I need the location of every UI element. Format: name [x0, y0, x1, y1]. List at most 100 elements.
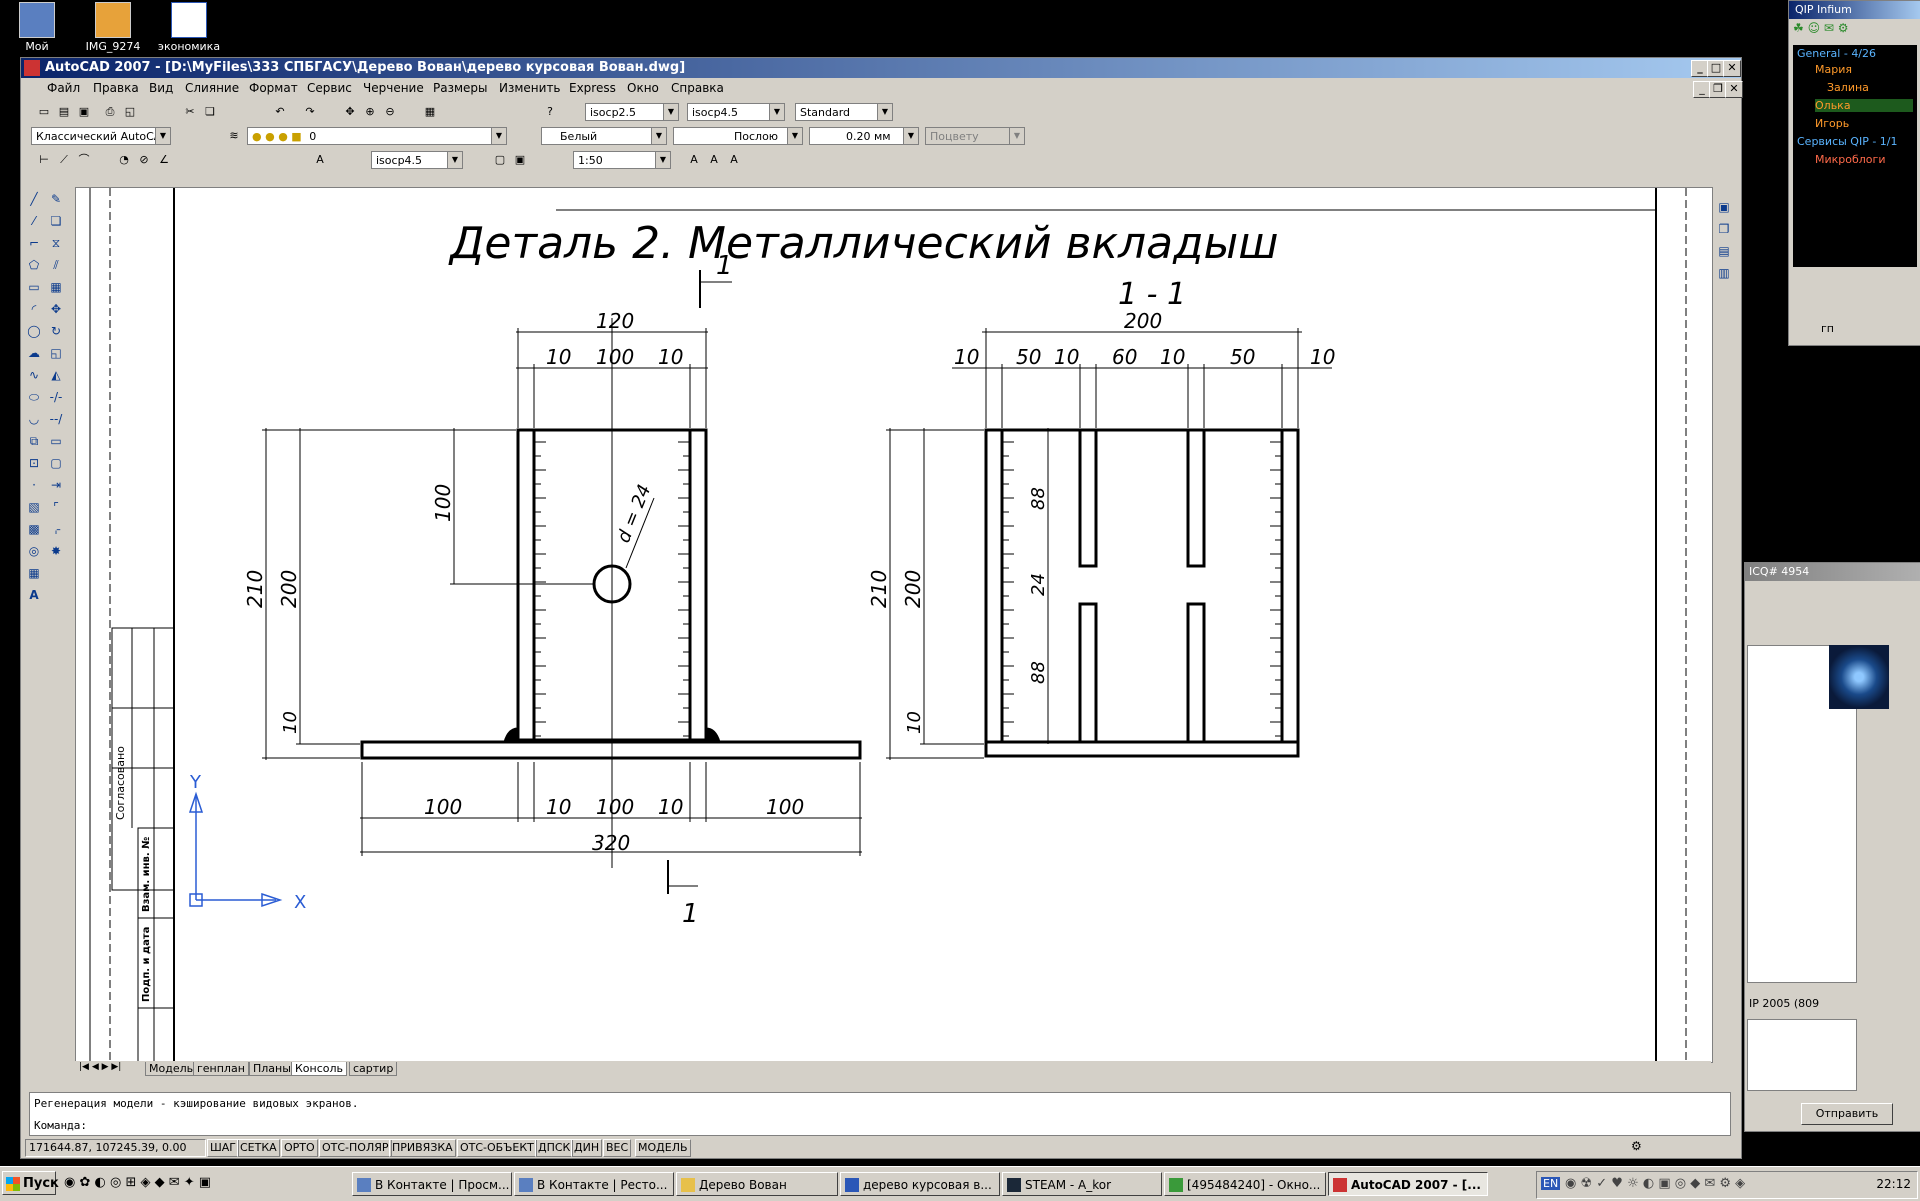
- menu-dimension[interactable]: Размеры: [433, 81, 488, 95]
- desktop-icon-img[interactable]: IMG_9274: [78, 2, 148, 53]
- qip-contact-zalina[interactable]: Залина: [1827, 81, 1869, 94]
- aligned-dim-icon[interactable]: ⟋: [55, 151, 73, 169]
- find-text-icon[interactable]: A: [725, 151, 743, 169]
- menu-window[interactable]: Окно: [627, 81, 659, 95]
- menu-tools[interactable]: Сервис: [307, 81, 352, 95]
- desktop-icon-economics[interactable]: экономика: [154, 2, 224, 53]
- tray-settings-icon[interactable]: ⚙: [1631, 1139, 1642, 1153]
- taskbar-item-steam[interactable]: STEAM - A_kor: [1002, 1172, 1162, 1196]
- close-button[interactable]: ✕: [1723, 60, 1741, 77]
- lweight-button[interactable]: ВЕС: [603, 1139, 632, 1157]
- text-icon[interactable]: A: [311, 151, 329, 169]
- taskbar-item-autocad[interactable]: AutoCAD 2007 - [...: [1328, 1172, 1488, 1196]
- viewport-tool-3-icon[interactable]: ▤: [1715, 242, 1733, 260]
- arc-icon[interactable]: ◜: [25, 300, 43, 318]
- menu-format[interactable]: Формат: [249, 81, 298, 95]
- menu-draw[interactable]: Черчение: [363, 81, 424, 95]
- gradient-icon[interactable]: ▩: [25, 520, 43, 538]
- revcloud-icon[interactable]: ☁: [25, 344, 43, 362]
- new-icon[interactable]: ▭: [35, 103, 53, 121]
- copy-icon[interactable]: ❏: [201, 103, 219, 121]
- osnap-button[interactable]: ПРИВЯЗКА: [389, 1139, 456, 1157]
- quick-launch-icons[interactable]: ◉ ✿ ◐ ◎ ⊞ ◈ ◆ ✉ ✦ ▣: [64, 1175, 211, 1190]
- layer-combo[interactable]: ● ● ● ■ 0 ▼: [247, 127, 507, 145]
- text-edit-icon[interactable]: A: [705, 151, 723, 169]
- snap-button[interactable]: ШАГ: [207, 1139, 239, 1157]
- rotate-icon[interactable]: ↻: [47, 322, 65, 340]
- arc-dim-icon[interactable]: ⌒: [75, 151, 93, 169]
- dim-style-combo[interactable]: isocp4.5 ▼: [687, 103, 785, 121]
- layer-manager-icon[interactable]: ≋: [225, 127, 243, 145]
- extend-icon[interactable]: --/: [47, 410, 65, 428]
- menu-help[interactable]: Справка: [671, 81, 724, 95]
- region-icon[interactable]: ◎: [25, 542, 43, 560]
- array-icon[interactable]: ▦: [47, 278, 65, 296]
- qip-contact-maria[interactable]: Мария: [1815, 63, 1852, 76]
- linear-dim-icon[interactable]: ⊢: [35, 151, 53, 169]
- preview-icon[interactable]: ◱: [121, 103, 139, 121]
- grid-button[interactable]: СЕТКА: [237, 1139, 280, 1157]
- qip-service-microblogs[interactable]: Микроблоги: [1815, 153, 1885, 166]
- dyn-button[interactable]: ДИН: [571, 1139, 603, 1157]
- fillet-icon[interactable]: ⌌: [47, 520, 65, 538]
- tab-model[interactable]: Модель: [145, 1062, 198, 1076]
- line-icon[interactable]: ╱: [25, 190, 43, 208]
- taskbar-item-word[interactable]: дерево курсовая в...: [840, 1172, 1000, 1196]
- undo-icon[interactable]: ↶: [271, 103, 289, 121]
- redo-icon[interactable]: ↷: [301, 103, 319, 121]
- qip-titlebar[interactable]: QIP Infium: [1789, 1, 1920, 19]
- move-icon[interactable]: ✥: [47, 300, 65, 318]
- menu-view[interactable]: Вид: [149, 81, 173, 95]
- rectangle-icon[interactable]: ▭: [25, 278, 43, 296]
- print-icon[interactable]: ⎙: [101, 103, 119, 121]
- tab-console[interactable]: Консоль: [291, 1062, 348, 1076]
- help-icon[interactable]: ?: [541, 103, 559, 121]
- polygon-icon[interactable]: ⬠: [25, 256, 43, 274]
- icq-titlebar[interactable]: ICQ# 4954: [1745, 563, 1920, 581]
- text-style-icon[interactable]: A: [685, 151, 703, 169]
- workspace-combo[interactable]: Классический AutoCAD ▼: [31, 127, 171, 145]
- make-block-icon[interactable]: ⊡: [25, 454, 43, 472]
- pan-icon[interactable]: ✥: [341, 103, 359, 121]
- table-style-combo[interactable]: Standard ▼: [795, 103, 893, 121]
- zoom-window-icon[interactable]: ⊖: [381, 103, 399, 121]
- doc-close-button[interactable]: ✕: [1725, 81, 1743, 98]
- diameter-dim-icon[interactable]: ⊘: [135, 151, 153, 169]
- qip-group-general[interactable]: General - 4/26: [1797, 47, 1876, 60]
- menu-edit[interactable]: Правка: [93, 81, 139, 95]
- point-icon[interactable]: ·: [25, 476, 43, 494]
- menu-modify[interactable]: Изменить: [499, 81, 561, 95]
- ellipse-arc-icon[interactable]: ◡: [25, 410, 43, 428]
- tab-genplan[interactable]: генплан: [193, 1062, 249, 1076]
- drawing-canvas[interactable]: Согласовано Взам. инв. № Подп. и дата Де…: [75, 187, 1713, 1063]
- zoom-icon[interactable]: ⊕: [361, 103, 379, 121]
- icq-input[interactable]: [1747, 1019, 1857, 1091]
- construction-line-icon[interactable]: ⁄: [25, 212, 43, 230]
- viewport-icon[interactable]: ▢: [491, 151, 509, 169]
- viewport-tool-2-icon[interactable]: ❐: [1715, 220, 1733, 238]
- color-combo[interactable]: Белый ▼: [541, 127, 667, 145]
- qip-contact-olka[interactable]: Олька: [1815, 99, 1913, 112]
- radius-dim-icon[interactable]: ◔: [115, 151, 133, 169]
- tab-plans[interactable]: Планы: [249, 1062, 295, 1076]
- viewport-tool-4-icon[interactable]: ▥: [1715, 264, 1733, 282]
- circle-icon[interactable]: ◯: [25, 322, 43, 340]
- command-prompt[interactable]: Команда:: [34, 1119, 87, 1132]
- command-window[interactable]: Регенерация модели - кэширование видовых…: [29, 1092, 1731, 1136]
- erase-icon[interactable]: ✎: [47, 190, 65, 208]
- desktop-icon-my-computer[interactable]: Мой: [2, 2, 72, 53]
- hatch-icon[interactable]: ▧: [25, 498, 43, 516]
- chamfer-icon[interactable]: ⌜: [47, 498, 65, 516]
- angular-dim-icon[interactable]: ∠: [155, 151, 173, 169]
- scale-combo[interactable]: 1:50 ▼: [573, 151, 671, 169]
- tray-icons[interactable]: ◉ ☢ ✓ ♥ ☼ ◐ ▣ ◎ ◆ ✉ ⚙ ◈: [1565, 1176, 1745, 1191]
- window-titlebar[interactable]: AutoCAD 2007 - [D:\MyFiles\333 СПБГАСУ\Д…: [21, 58, 1741, 78]
- model-button[interactable]: МОДЕЛЬ: [635, 1139, 691, 1157]
- taskbar-item-vk-2[interactable]: В Контакте | Ресто...: [514, 1172, 674, 1196]
- otrack-button[interactable]: ОТС-ОБЪЕКТ: [457, 1139, 537, 1157]
- font-style-combo[interactable]: isocp4.5 ▼: [371, 151, 463, 169]
- copy-object-icon[interactable]: ❏: [47, 212, 65, 230]
- tab-nav-arrows[interactable]: |◀ ◀ ▶ ▶|: [79, 1062, 121, 1072]
- polyline-icon[interactable]: ⌐: [25, 234, 43, 252]
- ellipse-icon[interactable]: ⬭: [25, 388, 43, 406]
